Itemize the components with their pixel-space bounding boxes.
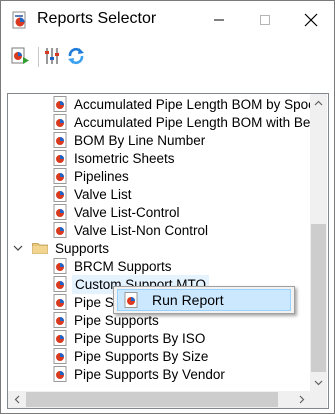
report-icon — [53, 258, 67, 274]
reports-tree[interactable]: Accumulated Pipe Length BOM by Spool Acc… — [7, 93, 329, 409]
tree-item-report[interactable]: BOM By Line Number — [53, 131, 207, 149]
minimize-button[interactable] — [196, 1, 242, 39]
scroll-down-button[interactable] — [310, 374, 327, 391]
run-report-menu-item[interactable]: Run Report — [117, 289, 291, 311]
tree-item-label: Isometric Sheets — [74, 150, 175, 166]
chevron-down-icon — [314, 380, 323, 385]
tree-item-label: Pipe Supports By Size — [74, 348, 209, 364]
report-icon — [53, 348, 67, 364]
report-icon — [53, 312, 67, 328]
report-icon — [53, 96, 67, 112]
title-bar: Reports Selector — [1, 1, 334, 39]
horizontal-scroll-thumb[interactable] — [26, 392, 278, 407]
folder-icon — [32, 243, 48, 254]
tree-folder-supports[interactable]: Supports — [32, 239, 111, 257]
vertical-scrollbar[interactable] — [310, 94, 327, 391]
tree-item-report[interactable]: Isometric Sheets — [53, 149, 177, 167]
tree-item-label: Supports — [55, 240, 110, 256]
scroll-left-button[interactable] — [8, 391, 25, 408]
report-icon — [53, 114, 67, 130]
tree-item-report[interactable]: Valve List — [53, 185, 134, 203]
report-icon — [53, 150, 67, 166]
tree-item-report[interactable]: Pipelines — [53, 167, 131, 185]
context-menu: Run Report — [113, 286, 295, 314]
scrollbar-corner — [310, 391, 327, 408]
tree-item-report[interactable]: Accumulated Pipe Length BOM with Bend — [53, 113, 310, 131]
tree-item-label: Pipe Supports By Vendor — [74, 366, 225, 382]
report-icon — [53, 366, 67, 382]
tree-item-label: Accumulated Pipe Length BOM by Spool — [74, 96, 310, 112]
vertical-scroll-thumb[interactable] — [311, 224, 326, 372]
tree-item-label: Pipelines — [74, 168, 129, 184]
refresh-button[interactable] — [65, 45, 87, 67]
tree-item-label: Accumulated Pipe Length BOM with Bend — [74, 114, 310, 130]
tree-item-label: Valve List-Non Control — [74, 222, 209, 238]
report-icon — [124, 292, 138, 308]
refresh-icon — [68, 47, 84, 65]
chevron-down-icon — [13, 245, 23, 251]
tree-item-label: Pipe Supports By ISO — [74, 330, 206, 346]
tree-item-label: Valve List — [74, 186, 132, 202]
tree-item-report[interactable]: Pipe Supports By Size — [53, 347, 210, 365]
window-title: Reports Selector — [37, 10, 157, 27]
scroll-up-button[interactable] — [310, 94, 327, 111]
report-icon — [53, 204, 67, 220]
report-icon — [53, 294, 67, 310]
minimize-icon — [214, 19, 224, 21]
report-icon — [53, 132, 67, 148]
horizontal-scrollbar[interactable] — [8, 391, 310, 408]
tree-item-report[interactable]: BRCM Supports — [53, 257, 174, 275]
scroll-right-button[interactable] — [293, 391, 310, 408]
app-icon — [12, 11, 26, 29]
tree-item-label: Pipe Supports — [74, 312, 159, 328]
reports-selector-window: Reports Selector Accumulated Pipe Length… — [0, 0, 335, 414]
close-button[interactable] — [288, 1, 334, 39]
report-icon — [53, 276, 67, 292]
filter-settings-icon — [45, 48, 59, 64]
tree-item-label: BRCM Supports — [74, 258, 172, 274]
maximize-button[interactable] — [242, 1, 288, 39]
tree-item-report[interactable]: Pipe Supports By Vendor — [53, 365, 227, 383]
maximize-icon — [260, 15, 270, 25]
toolbar-separator — [38, 47, 39, 67]
tree-item-report[interactable]: Pipe Supports By ISO — [53, 329, 207, 347]
tree-item-label: Valve List-Control — [74, 204, 180, 220]
tree-expander[interactable] — [13, 239, 23, 257]
tree-item-label: BOM By Line Number — [74, 132, 206, 148]
run-report-icon — [11, 47, 29, 64]
report-icon — [53, 168, 67, 184]
chevron-right-icon — [299, 395, 304, 404]
report-icon — [53, 330, 67, 346]
toolbar — [1, 39, 334, 75]
tree-item-report[interactable]: Accumulated Pipe Length BOM by Spool — [53, 95, 310, 113]
filter-settings-button[interactable] — [41, 45, 63, 67]
close-icon — [304, 13, 318, 27]
chevron-up-icon — [314, 100, 323, 105]
chevron-left-icon — [14, 395, 19, 404]
report-icon — [53, 186, 67, 202]
tree-viewport: Accumulated Pipe Length BOM by Spool Acc… — [8, 94, 310, 391]
tree-item-report[interactable]: Valve List-Non Control — [53, 221, 210, 239]
tree-item-report[interactable]: Valve List-Control — [53, 203, 182, 221]
menu-item-label: Run Report — [152, 292, 224, 308]
run-report-button[interactable] — [9, 45, 31, 67]
report-icon — [53, 222, 67, 238]
